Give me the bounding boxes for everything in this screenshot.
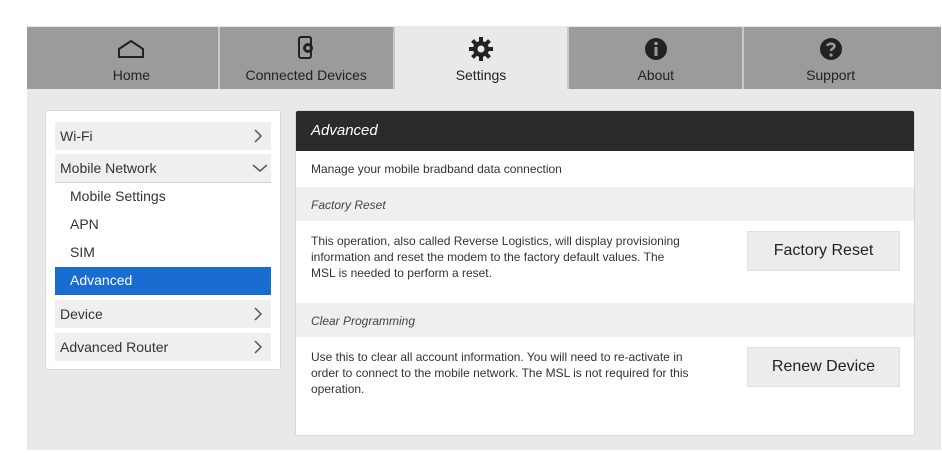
sidebar-subitem-label: Mobile Settings	[70, 188, 166, 204]
settings-sidebar: Wi-Fi Mobile Network Mobile Settings APN…	[45, 110, 281, 370]
chevron-right-icon	[254, 129, 263, 143]
sidebar-item-label: Mobile Network	[60, 160, 157, 176]
tab-home[interactable]: Home	[45, 27, 220, 89]
tab-label: Support	[806, 67, 856, 83]
gear-icon	[466, 36, 496, 62]
tab-support[interactable]: Support	[744, 27, 917, 89]
section-heading: Factory Reset	[311, 198, 386, 212]
sidebar-subitem-mobile-settings[interactable]: Mobile Settings	[55, 183, 271, 209]
info-icon	[641, 36, 671, 62]
tab-label: Home	[112, 67, 151, 83]
section-header-clear-programming: Clear Programming	[296, 303, 914, 337]
top-nav: Home Connected Devices Settings About Su…	[45, 27, 917, 89]
chevron-right-icon	[254, 307, 263, 321]
tab-label: About	[637, 67, 675, 83]
nav-edge-right	[917, 27, 941, 89]
chevron-down-icon	[252, 164, 267, 172]
help-icon	[816, 36, 846, 62]
advanced-panel: Advanced Manage your mobile bradband dat…	[295, 110, 915, 436]
sidebar-subitem-label: SIM	[70, 244, 95, 260]
sidebar-item-label: Wi-Fi	[60, 128, 93, 144]
section-header-factory-reset: Factory Reset	[296, 187, 914, 221]
tab-label: Settings	[455, 67, 507, 83]
sidebar-item-label: Advanced Router	[60, 339, 169, 355]
panel-description: Manage your mobile bradband data connect…	[311, 162, 562, 176]
sidebar-item-mobile-network[interactable]: Mobile Network	[55, 154, 271, 182]
factory-reset-text: This operation, also called Reverse Logi…	[311, 234, 680, 280]
sidebar-item-wifi[interactable]: Wi-Fi	[55, 122, 271, 150]
home-icon	[116, 36, 146, 62]
tab-settings[interactable]: Settings	[394, 27, 570, 89]
sidebar-subitem-label: APN	[70, 216, 99, 232]
tab-about[interactable]: About	[569, 27, 745, 89]
nav-edge-left	[27, 27, 45, 89]
tab-label: Connected Devices	[245, 67, 367, 83]
clear-programming-text: Use this to clear all account informatio…	[311, 350, 689, 396]
sidebar-item-advanced-router[interactable]: Advanced Router	[55, 333, 271, 361]
factory-reset-button[interactable]: Factory Reset	[747, 231, 900, 271]
sidebar-subitem-sim[interactable]: SIM	[55, 239, 271, 265]
sidebar-item-device[interactable]: Device	[55, 300, 271, 328]
sidebar-subitem-apn[interactable]: APN	[55, 211, 271, 237]
sidebar-subitem-advanced[interactable]: Advanced	[55, 267, 271, 295]
sidebar-subitem-label: Advanced	[70, 272, 133, 288]
section-heading: Clear Programming	[311, 314, 416, 328]
renew-device-button[interactable]: Renew Device	[747, 347, 900, 387]
panel-title: Advanced	[311, 122, 378, 139]
tab-connected-devices[interactable]: Connected Devices	[219, 27, 395, 89]
connected-devices-icon	[291, 36, 321, 62]
panel-header: Advanced	[296, 111, 914, 151]
sidebar-item-label: Device	[60, 306, 103, 322]
chevron-right-icon	[254, 340, 263, 354]
